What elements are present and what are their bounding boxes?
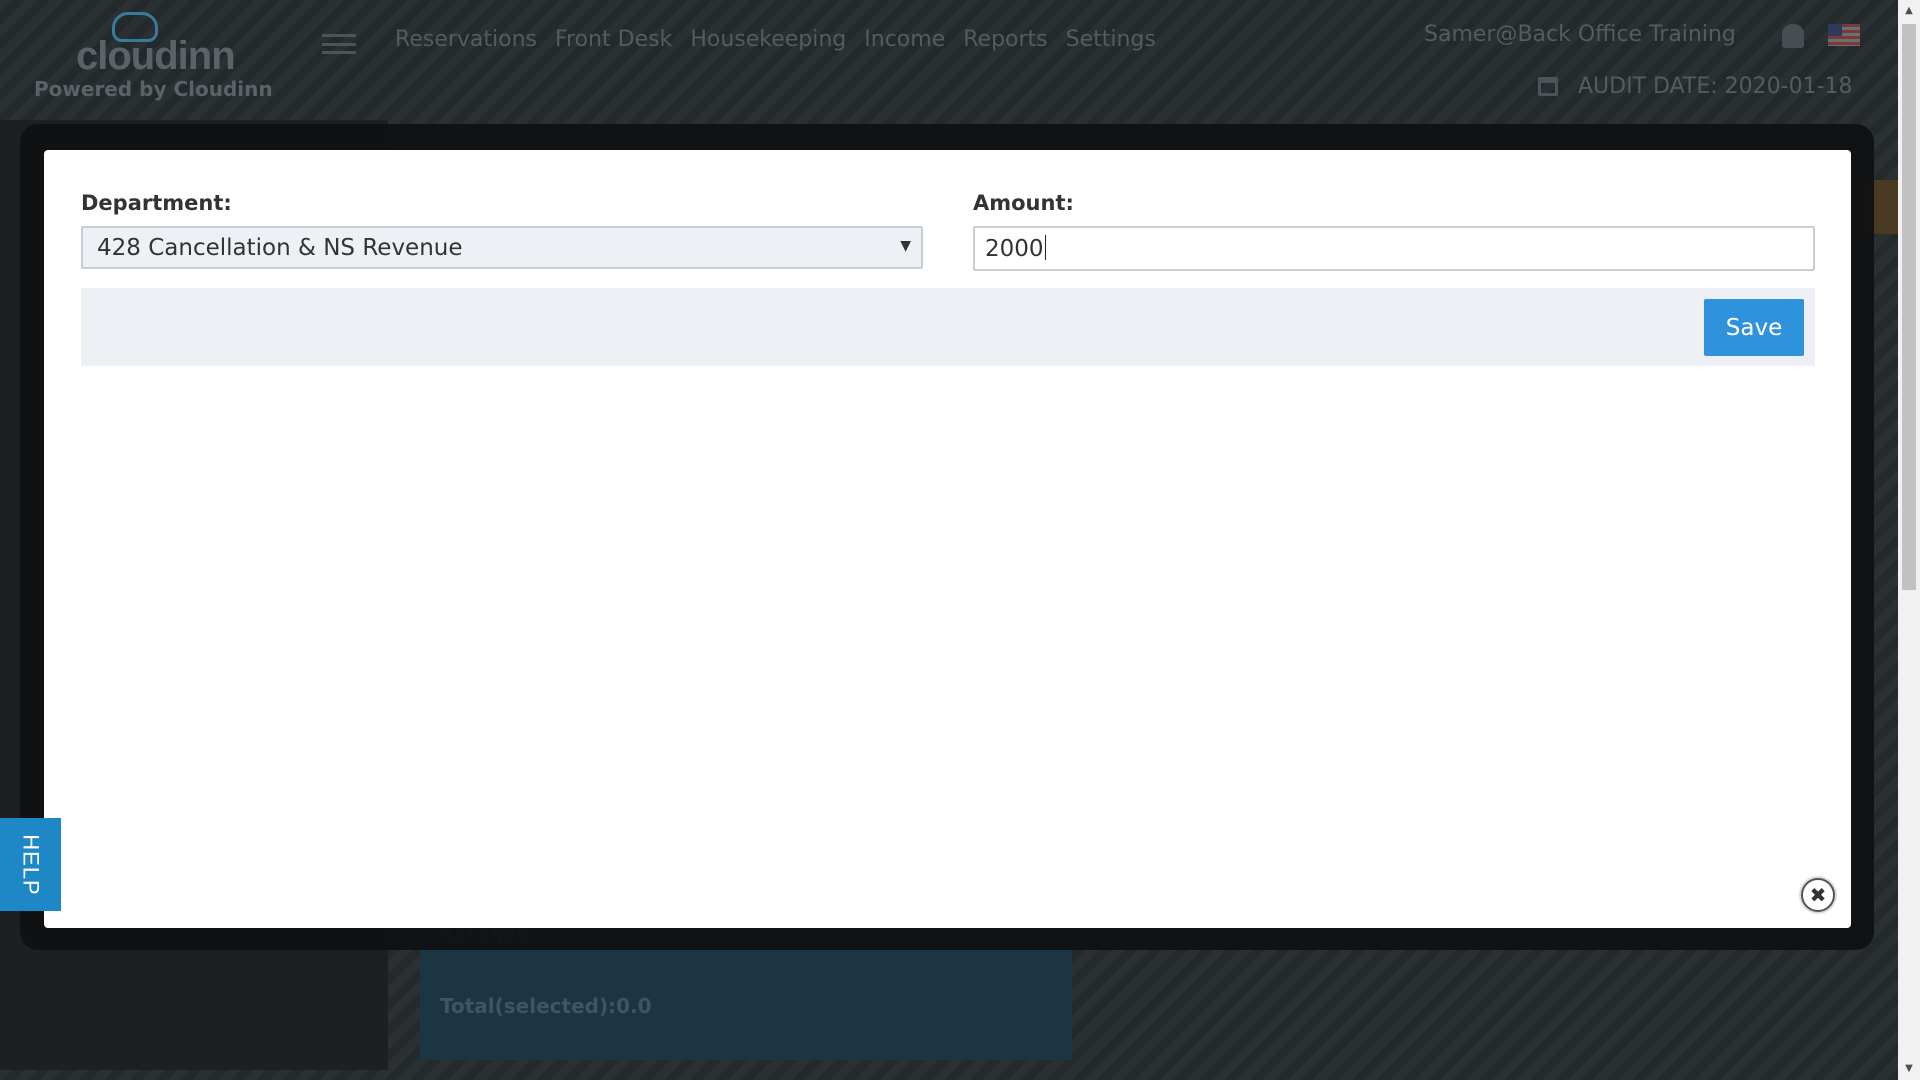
us-flag-icon[interactable]: [1828, 24, 1860, 46]
text-caret: [1044, 235, 1046, 260]
amount-input[interactable]: 2000: [973, 226, 1815, 271]
logo-text: cloudinn: [76, 34, 236, 78]
user-menu[interactable]: Samer@Back Office Training: [1424, 22, 1736, 47]
vertical-scrollbar[interactable]: ▲ ▼: [1898, 0, 1920, 1080]
notification-bell-icon[interactable]: [1782, 24, 1804, 48]
scroll-up-arrow-icon[interactable]: ▲: [1898, 2, 1920, 20]
nav-item-income[interactable]: Income: [864, 27, 945, 52]
dropdown-arrow-icon: ▼: [900, 238, 911, 254]
calendar-icon: [1538, 77, 1558, 96]
scroll-down-arrow-icon[interactable]: ▼: [1898, 1060, 1920, 1078]
help-label: HELP: [18, 833, 44, 896]
save-button[interactable]: Save: [1704, 299, 1804, 356]
main-nav: Reservations Front Desk Housekeeping Inc…: [395, 27, 1156, 52]
hamburger-menu-icon[interactable]: [322, 34, 356, 54]
amount-label: Amount:: [973, 191, 1074, 215]
modal-action-bar: Save: [81, 288, 1815, 366]
powered-by-text: Powered by Cloudinn: [34, 77, 273, 101]
scrollbar-thumb[interactable]: [1902, 24, 1916, 590]
audit-date: AUDIT DATE: 2020-01-18: [1578, 74, 1853, 99]
nav-item-reports[interactable]: Reports: [963, 27, 1047, 52]
top-navbar: cloudinn Powered by Cloudinn Reservation…: [0, 0, 1898, 120]
department-selected-value: 428 Cancellation & NS Revenue: [97, 235, 463, 261]
nav-item-housekeeping[interactable]: Housekeeping: [690, 27, 846, 52]
close-icon: ✖: [1809, 883, 1827, 907]
background-panel-total: Total(selected):0.0: [440, 994, 652, 1018]
nav-item-front-desk[interactable]: Front Desk: [555, 27, 672, 52]
income-entry-modal: Department: 428 Cancellation & NS Revenu…: [44, 150, 1851, 928]
nav-item-reservations[interactable]: Reservations: [395, 27, 537, 52]
help-tab[interactable]: HELP: [0, 818, 61, 911]
nav-item-settings[interactable]: Settings: [1066, 27, 1156, 52]
department-label: Department:: [81, 191, 232, 215]
close-modal-button[interactable]: ✖: [1801, 878, 1835, 912]
amount-value: 2000: [985, 236, 1044, 262]
department-select[interactable]: 428 Cancellation & NS Revenue ▼: [81, 226, 923, 269]
